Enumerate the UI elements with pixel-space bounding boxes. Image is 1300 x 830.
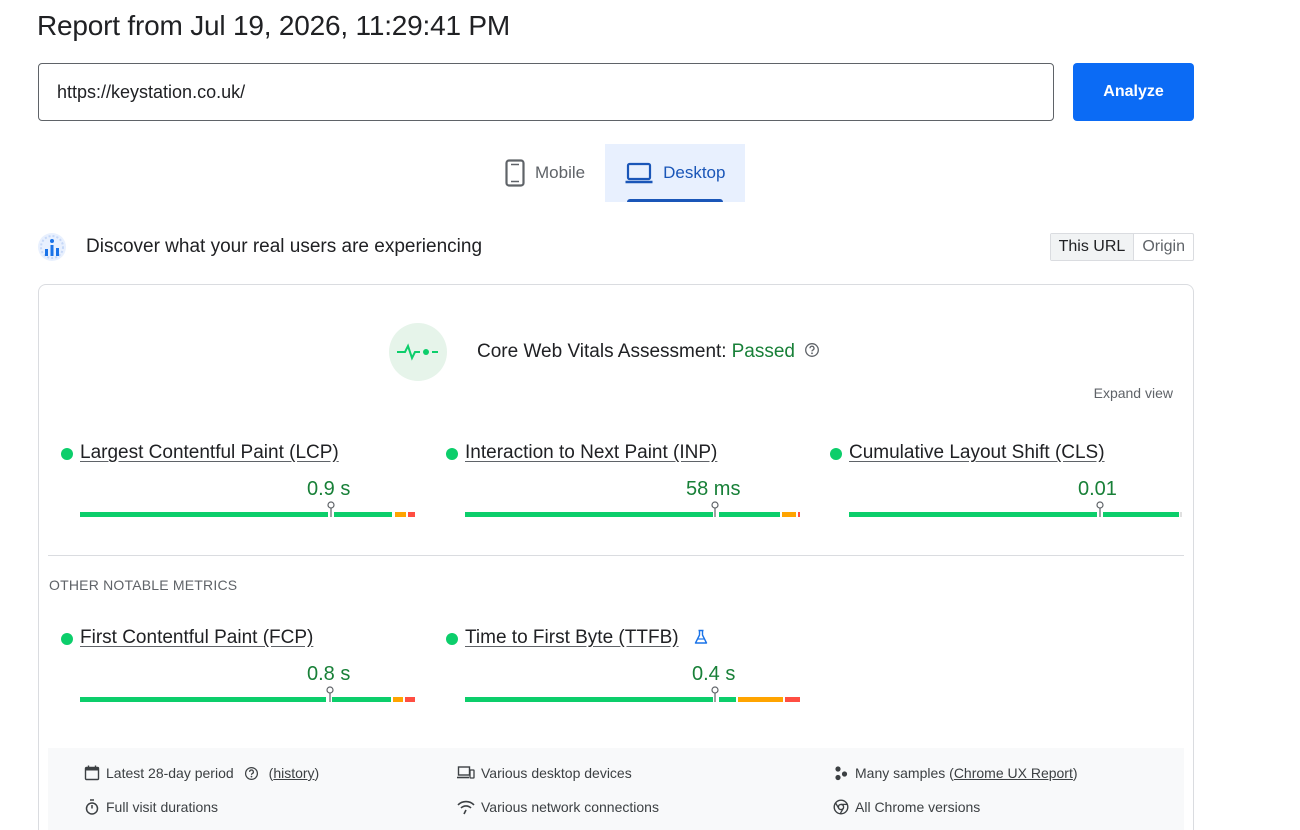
assessment-status: Passed — [731, 341, 795, 362]
percentile-marker-icon — [711, 686, 719, 702]
wifi-icon — [457, 799, 475, 815]
field-data-header: Discover what your real users are experi… — [37, 232, 1194, 262]
distribution-bar — [465, 501, 800, 517]
footer-devices: Various desktop devices — [457, 765, 632, 781]
users-chart-icon — [37, 232, 67, 262]
field-data-card: Core Web Vitals Assessment: Passed Expan… — [38, 284, 1194, 830]
status-good-dot — [61, 448, 73, 460]
this-url-button[interactable]: This URL — [1050, 234, 1135, 260]
other-metrics-title: OTHER NOTABLE METRICS — [49, 577, 238, 593]
status-good-dot — [446, 448, 458, 460]
footer-period: Latest 28-day period (history) — [84, 765, 319, 781]
percentile-marker-icon — [326, 686, 334, 702]
device-tabs: Mobile Desktop — [485, 144, 746, 202]
metric-ttfb: Time to First Byte (TTFB) 0.4 s — [446, 627, 801, 707]
help-icon[interactable] — [244, 766, 259, 781]
samples-prefix: Many samples ( — [855, 765, 954, 781]
page-title: Report from Jul 19, 2026, 11:29:41 PM — [37, 10, 511, 41]
footer-samples: Many samples (Chrome UX Report) — [833, 765, 1078, 781]
metric-inp-value: 58 ms — [686, 478, 741, 500]
samples-dots-icon — [833, 765, 849, 781]
metric-cls-name[interactable]: Cumulative Layout Shift (CLS) — [849, 442, 1105, 464]
assessment-label: Core Web Vitals Assessment: — [477, 341, 727, 362]
chrome-icon — [833, 799, 849, 815]
metric-lcp-value: 0.9 s — [307, 478, 351, 500]
network-label: Various network connections — [481, 799, 659, 815]
percentile-marker-icon — [711, 501, 719, 517]
smartphone-icon — [505, 159, 525, 187]
tab-mobile-label: Mobile — [535, 163, 586, 182]
stopwatch-icon — [84, 799, 100, 815]
experimental-flask-icon — [693, 629, 709, 650]
data-source-footer: Latest 28-day period (history) Full visi… — [48, 748, 1184, 830]
footer-chrome: All Chrome versions — [833, 799, 980, 815]
chrome-label: All Chrome versions — [855, 799, 981, 815]
metric-inp-name[interactable]: Interaction to Next Paint (INP) — [465, 442, 717, 464]
metric-cls-value: 0.01 — [1078, 478, 1117, 500]
pulse-icon — [389, 323, 447, 381]
status-good-dot — [830, 448, 842, 460]
section-divider — [48, 555, 1184, 556]
metric-inp: Interaction to Next Paint (INP) 58 ms — [446, 442, 801, 522]
metric-fcp-name[interactable]: First Contentful Paint (FCP) — [80, 627, 313, 649]
status-good-dot — [446, 633, 458, 645]
footer-network: Various network connections — [457, 799, 659, 815]
status-good-dot — [61, 633, 73, 645]
period-label: Latest 28-day period — [106, 765, 234, 781]
tab-mobile[interactable]: Mobile — [485, 144, 605, 202]
tab-desktop-label: Desktop — [663, 163, 726, 182]
metric-ttfb-name[interactable]: Time to First Byte (TTFB) — [465, 627, 679, 649]
metric-cls: Cumulative Layout Shift (CLS) 0.01 — [830, 442, 1185, 522]
history-link[interactable]: history — [273, 765, 314, 781]
url-input[interactable] — [38, 63, 1054, 121]
percentile-marker-icon — [1096, 501, 1104, 517]
origin-button[interactable]: Origin — [1134, 234, 1193, 260]
metric-ttfb-value: 0.4 s — [692, 663, 736, 685]
help-icon[interactable] — [804, 342, 820, 363]
devices-label: Various desktop devices — [481, 765, 632, 781]
scope-toggle: This URL Origin — [1049, 233, 1194, 261]
distribution-bar — [80, 686, 415, 702]
distribution-bar — [849, 501, 1182, 517]
distribution-bar — [465, 686, 800, 702]
cwv-assessment: Core Web Vitals Assessment: Passed — [389, 323, 820, 381]
metric-fcp: First Contentful Paint (FCP) 0.8 s — [61, 627, 416, 707]
footer-durations: Full visit durations — [84, 799, 218, 815]
metric-lcp-name[interactable]: Largest Contentful Paint (LCP) — [80, 442, 339, 464]
expand-view-link[interactable]: Expand view — [1094, 385, 1173, 401]
metric-fcp-value: 0.8 s — [307, 663, 351, 685]
samples-suffix: ) — [1072, 765, 1078, 781]
analyze-button[interactable]: Analyze — [1073, 63, 1194, 121]
devices-icon — [457, 765, 475, 781]
distribution-bar — [80, 501, 415, 517]
metric-lcp: Largest Contentful Paint (LCP) 0.9 s — [61, 442, 416, 522]
calendar-icon — [84, 765, 100, 781]
chrome-ux-report-link[interactable]: Chrome UX Report — [954, 765, 1073, 781]
durations-label: Full visit durations — [106, 799, 219, 815]
percentile-marker-icon — [327, 501, 335, 517]
tab-desktop[interactable]: Desktop — [605, 144, 746, 202]
field-data-title: Discover what your real users are experi… — [86, 236, 483, 257]
laptop-icon — [625, 162, 653, 184]
